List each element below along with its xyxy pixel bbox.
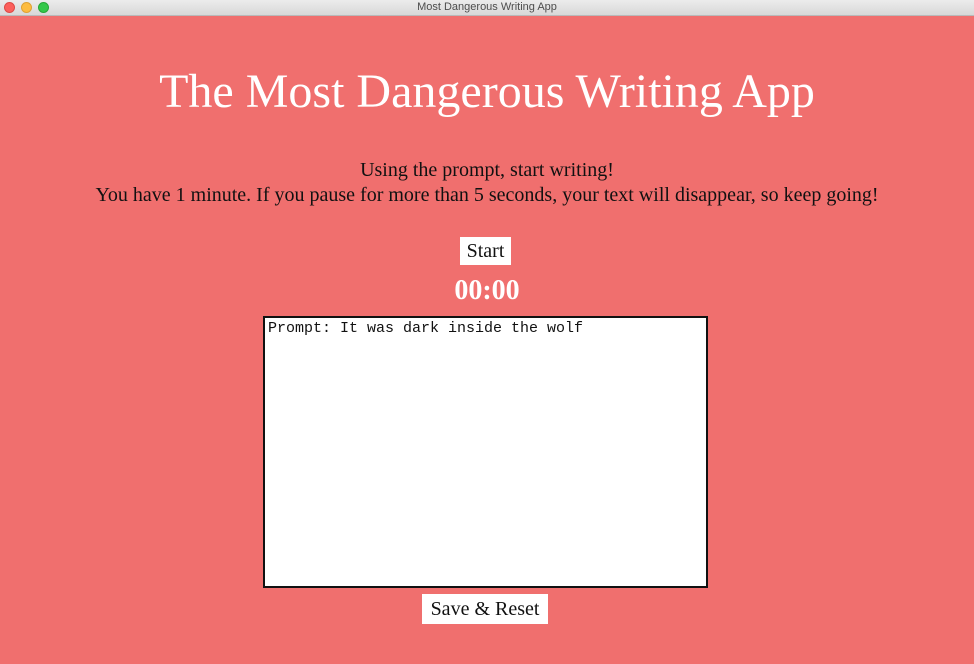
timer-display: 00:00 <box>454 275 520 306</box>
save-reset-button[interactable]: Save & Reset <box>422 594 548 624</box>
start-button[interactable]: Start <box>460 237 511 265</box>
app-title: The Most Dangerous Writing App <box>159 65 815 118</box>
instruction-line-2: You have 1 minute. If you pause for more… <box>95 184 879 206</box>
window-titlebar[interactable]: Most Dangerous Writing App <box>0 0 974 16</box>
instructions: Using the prompt, start writing! You hav… <box>0 158 974 208</box>
app-window: Most Dangerous Writing App The Most Dang… <box>0 0 974 664</box>
writing-textarea[interactable]: Prompt: It was dark inside the wolf <box>263 316 708 588</box>
window-title: Most Dangerous Writing App <box>417 1 557 13</box>
instruction-line-1: Using the prompt, start writing! <box>360 159 614 181</box>
